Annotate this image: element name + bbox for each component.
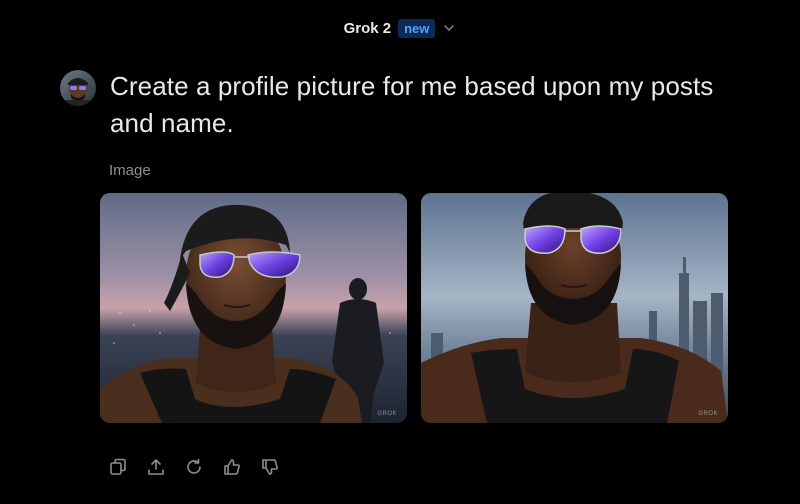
response-type-label: Image <box>109 162 151 179</box>
user-message: Create a profile picture for me based up… <box>60 68 760 142</box>
generated-image-2[interactable]: GROK <box>421 193 728 423</box>
prompt-text: Create a profile picture for me based up… <box>110 71 714 138</box>
copy-icon[interactable] <box>107 456 129 478</box>
image-watermark: GROK <box>377 411 397 417</box>
thumbs-up-icon[interactable] <box>221 456 243 478</box>
user-avatar[interactable] <box>60 70 96 106</box>
model-name[interactable]: Grok 2 <box>344 20 392 37</box>
share-icon[interactable] <box>145 456 167 478</box>
response-actions <box>107 456 281 478</box>
thumbs-down-icon[interactable] <box>259 456 281 478</box>
grok-chat-page: Grok 2 new Create a profile picture for … <box>0 0 800 504</box>
generated-images: GROK GROK <box>100 193 728 423</box>
generated-image-1[interactable]: GROK <box>100 193 407 423</box>
chevron-down-icon[interactable] <box>442 21 456 35</box>
new-badge: new <box>398 18 436 38</box>
image-watermark: GROK <box>698 411 718 417</box>
regenerate-icon[interactable] <box>183 456 205 478</box>
model-selector[interactable]: Grok 2 new <box>0 16 800 40</box>
